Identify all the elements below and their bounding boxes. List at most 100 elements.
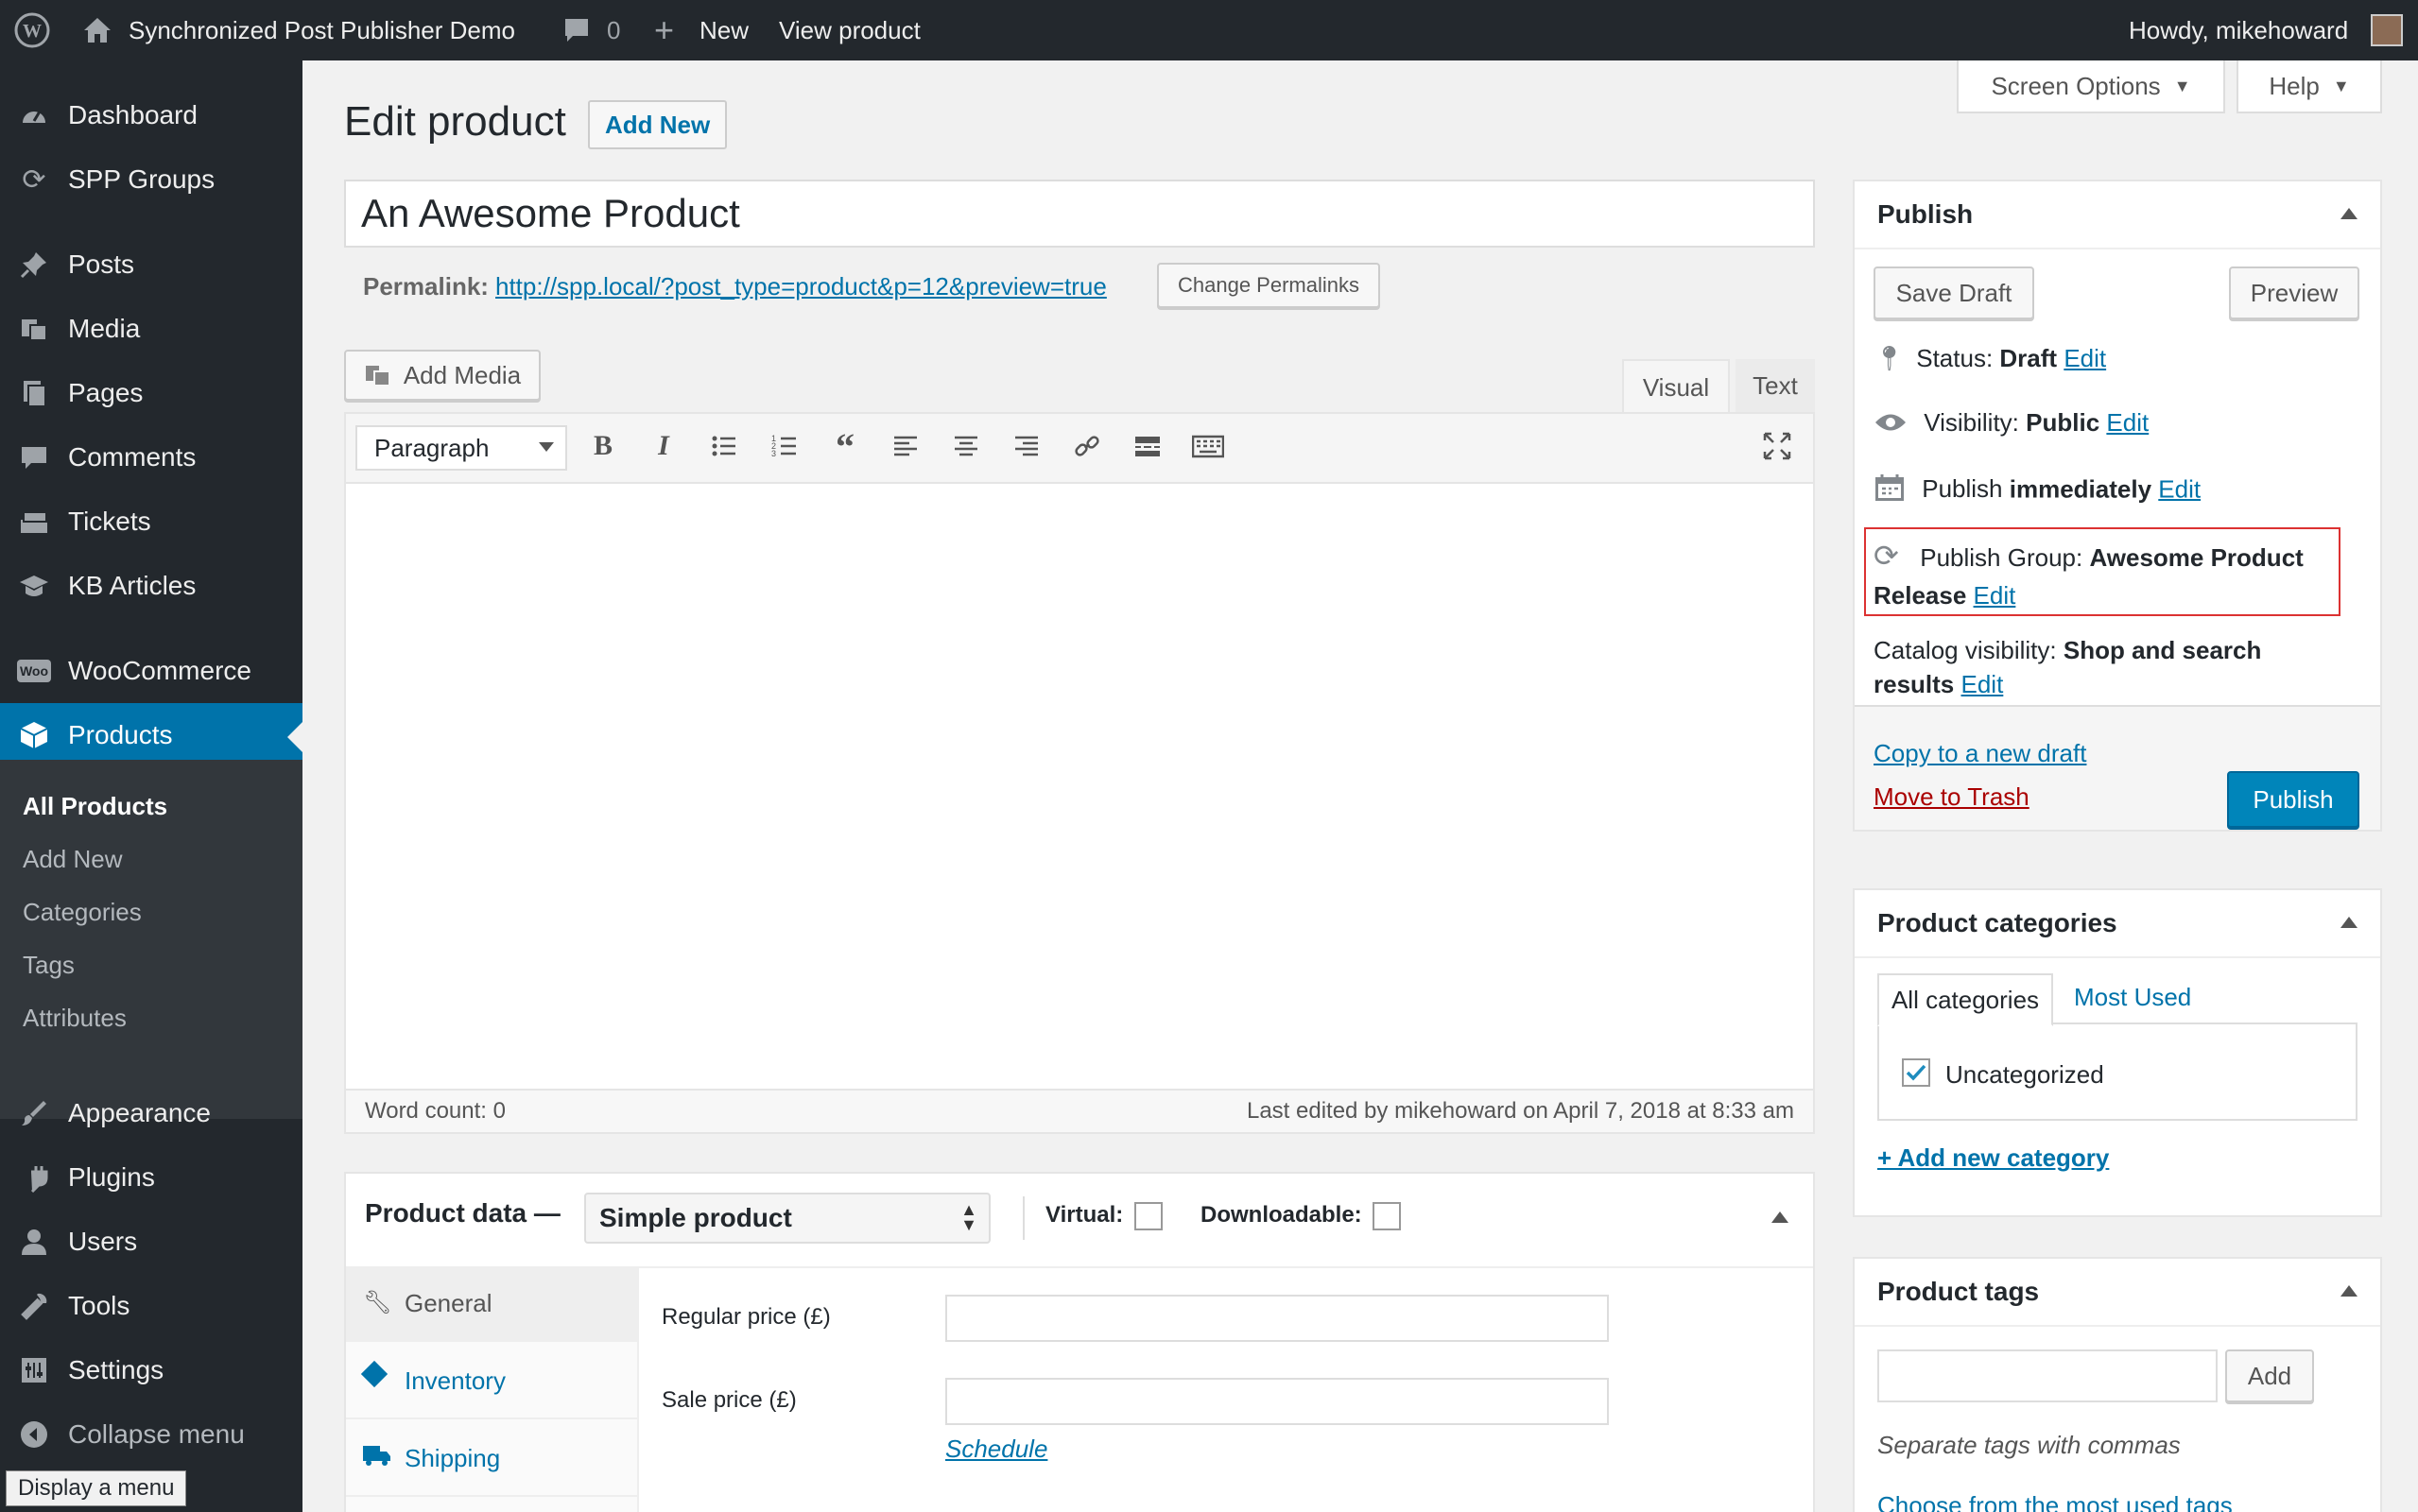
tickets-icon xyxy=(17,505,51,539)
submenu-categories[interactable]: Categories xyxy=(23,898,142,927)
uncategorized-checkbox[interactable] xyxy=(1902,1058,1930,1087)
sidebar-item-products[interactable]: Products xyxy=(0,703,302,767)
tab-visual[interactable]: Visual xyxy=(1622,359,1730,414)
sidebar-item-dashboard[interactable]: Dashboard xyxy=(0,83,302,147)
sidebar-item-plugins[interactable]: Plugins xyxy=(0,1145,302,1210)
downloadable-checkbox[interactable] xyxy=(1373,1202,1401,1230)
help-button[interactable]: Help ▼ xyxy=(2237,60,2382,113)
add-new-button[interactable]: Add New xyxy=(588,100,728,149)
wordpress-logo-icon[interactable]: W xyxy=(13,0,51,60)
submenu-attributes[interactable]: Attributes xyxy=(23,1004,127,1033)
tab-most-used[interactable]: Most Used xyxy=(2074,983,2191,1012)
plugin-icon xyxy=(17,1160,51,1194)
align-right-icon[interactable] xyxy=(1008,427,1045,465)
new-link[interactable]: New xyxy=(699,0,749,60)
caret-down-icon xyxy=(539,442,554,452)
status-edit-link[interactable]: Edit xyxy=(2064,344,2106,372)
add-media-button[interactable]: Add Media xyxy=(344,350,541,401)
collapse-toggle-icon[interactable] xyxy=(2340,917,2358,928)
regular-price-input[interactable] xyxy=(945,1295,1609,1342)
tab-text[interactable]: Text xyxy=(1736,359,1815,412)
format-select[interactable]: Paragraph xyxy=(355,425,567,471)
collapse-toggle-icon[interactable] xyxy=(2340,208,2358,219)
save-draft-button[interactable]: Save Draft xyxy=(1874,266,2034,319)
read-more-icon[interactable] xyxy=(1129,427,1166,465)
collapse-menu-button[interactable]: Collapse menu xyxy=(0,1402,302,1467)
preview-button[interactable]: Preview xyxy=(2229,266,2359,319)
align-center-icon[interactable] xyxy=(947,427,985,465)
sidebar-item-spp-groups[interactable]: ⟳ SPP Groups xyxy=(0,147,302,212)
howdy-link[interactable]: Howdy, mikehoward xyxy=(2129,0,2348,60)
truck-icon xyxy=(363,1444,391,1471)
permalink-url[interactable]: http://spp.local/?post_type=product&p=12… xyxy=(495,272,1107,301)
avatar[interactable] xyxy=(2371,0,2403,60)
italic-icon[interactable]: I xyxy=(645,427,682,465)
bold-icon[interactable]: B xyxy=(584,427,622,465)
catalog-visibility-edit-link[interactable]: Edit xyxy=(1961,670,2004,698)
blockquote-icon[interactable]: “ xyxy=(826,425,864,468)
virtual-checkbox[interactable] xyxy=(1134,1202,1163,1230)
tab-all-categories[interactable]: All categories xyxy=(1877,973,2053,1026)
publish-button[interactable]: Publish xyxy=(2227,771,2359,828)
add-tag-button[interactable]: Add xyxy=(2225,1349,2314,1402)
schedule-edit-link[interactable]: Edit xyxy=(2158,474,2201,503)
sidebar-item-users[interactable]: Users xyxy=(0,1210,302,1274)
sidebar-item-pages[interactable]: Pages xyxy=(0,361,302,425)
tab-general[interactable]: 🔧︎ General xyxy=(346,1268,637,1342)
move-to-trash-link[interactable]: Move to Trash xyxy=(1874,782,2029,812)
schedule-row: Publish immediately Edit xyxy=(1874,472,2201,509)
publish-group-row: ⟳ Publish Group: Awesome Product Release… xyxy=(1874,539,2304,610)
publish-group-edit-link[interactable]: Edit xyxy=(1974,581,2016,610)
collapse-toggle-icon[interactable] xyxy=(1771,1211,1788,1223)
submenu-all-products[interactable]: All Products xyxy=(23,792,167,821)
sidebar-item-tools[interactable]: Tools xyxy=(0,1274,302,1338)
sidebar-item-settings[interactable]: Settings xyxy=(0,1338,302,1402)
graduation-cap-icon xyxy=(17,569,51,603)
sidebar-item-posts[interactable]: Posts xyxy=(0,232,302,297)
media-icon xyxy=(17,312,51,346)
link-icon[interactable] xyxy=(1068,427,1106,465)
toolbar-toggle-icon[interactable] xyxy=(1189,427,1227,465)
caret-down-icon: ▼ xyxy=(2332,76,2350,95)
comment-icon[interactable] xyxy=(561,0,592,60)
align-left-icon[interactable] xyxy=(887,427,924,465)
sidebar-item-comments[interactable]: Comments xyxy=(0,425,302,490)
submenu-add-new[interactable]: Add New xyxy=(23,845,123,874)
sidebar-item-appearance[interactable]: Appearance xyxy=(0,1081,302,1145)
tab-shipping[interactable]: Shipping xyxy=(346,1421,637,1497)
sidebar-item-kb-articles[interactable]: KB Articles xyxy=(0,554,302,618)
eye-icon xyxy=(1874,410,1908,439)
product-data-title: Product data — xyxy=(365,1198,561,1228)
visibility-edit-link[interactable]: Edit xyxy=(2106,408,2149,437)
comments-count[interactable]: 0 xyxy=(607,0,620,60)
view-product-link[interactable]: View product xyxy=(779,0,921,60)
copy-to-draft-link[interactable]: Copy to a new draft xyxy=(1874,739,2086,768)
numbered-list-icon[interactable]: 123 xyxy=(766,427,803,465)
box-icon xyxy=(17,718,51,752)
sidebar-item-tickets[interactable]: Tickets xyxy=(0,490,302,554)
screen-options-button[interactable]: Screen Options ▼ xyxy=(1957,60,2225,113)
schedule-link[interactable]: Schedule xyxy=(945,1435,1047,1464)
bulleted-list-icon[interactable] xyxy=(705,427,743,465)
woo-icon: Woo xyxy=(16,654,52,688)
catalog-visibility-row: Catalog visibility: Shop and search resu… xyxy=(1874,636,2262,698)
fullscreen-icon[interactable] xyxy=(1758,427,1796,465)
site-name-link[interactable]: Synchronized Post Publisher Demo xyxy=(129,0,515,60)
product-type-select[interactable]: Simple product ▲ ▼ xyxy=(584,1193,991,1244)
sale-price-input[interactable] xyxy=(945,1378,1609,1425)
post-title-input[interactable]: An Awesome Product xyxy=(344,180,1815,248)
tab-inventory[interactable]: Inventory xyxy=(346,1344,637,1419)
tag-input[interactable] xyxy=(1877,1349,2218,1402)
brush-icon xyxy=(17,1096,51,1130)
sidebar-item-media[interactable]: Media xyxy=(0,297,302,361)
collapse-toggle-icon[interactable] xyxy=(2340,1285,2358,1297)
active-menu-arrow xyxy=(287,722,302,752)
last-edited: Last edited by mikehoward on April 7, 20… xyxy=(1246,1098,1794,1124)
sidebar-item-woocommerce[interactable]: Woo WooCommerce xyxy=(0,639,302,703)
add-new-category-link[interactable]: + Add new category xyxy=(1877,1143,2109,1173)
home-icon[interactable] xyxy=(81,0,113,60)
submenu-tags[interactable]: Tags xyxy=(23,951,75,980)
change-permalinks-button[interactable]: Change Permalinks xyxy=(1157,263,1380,308)
choose-most-used-tags-link[interactable]: Choose from the most used tags xyxy=(1877,1491,2233,1512)
plus-icon[interactable]: + xyxy=(654,0,674,60)
